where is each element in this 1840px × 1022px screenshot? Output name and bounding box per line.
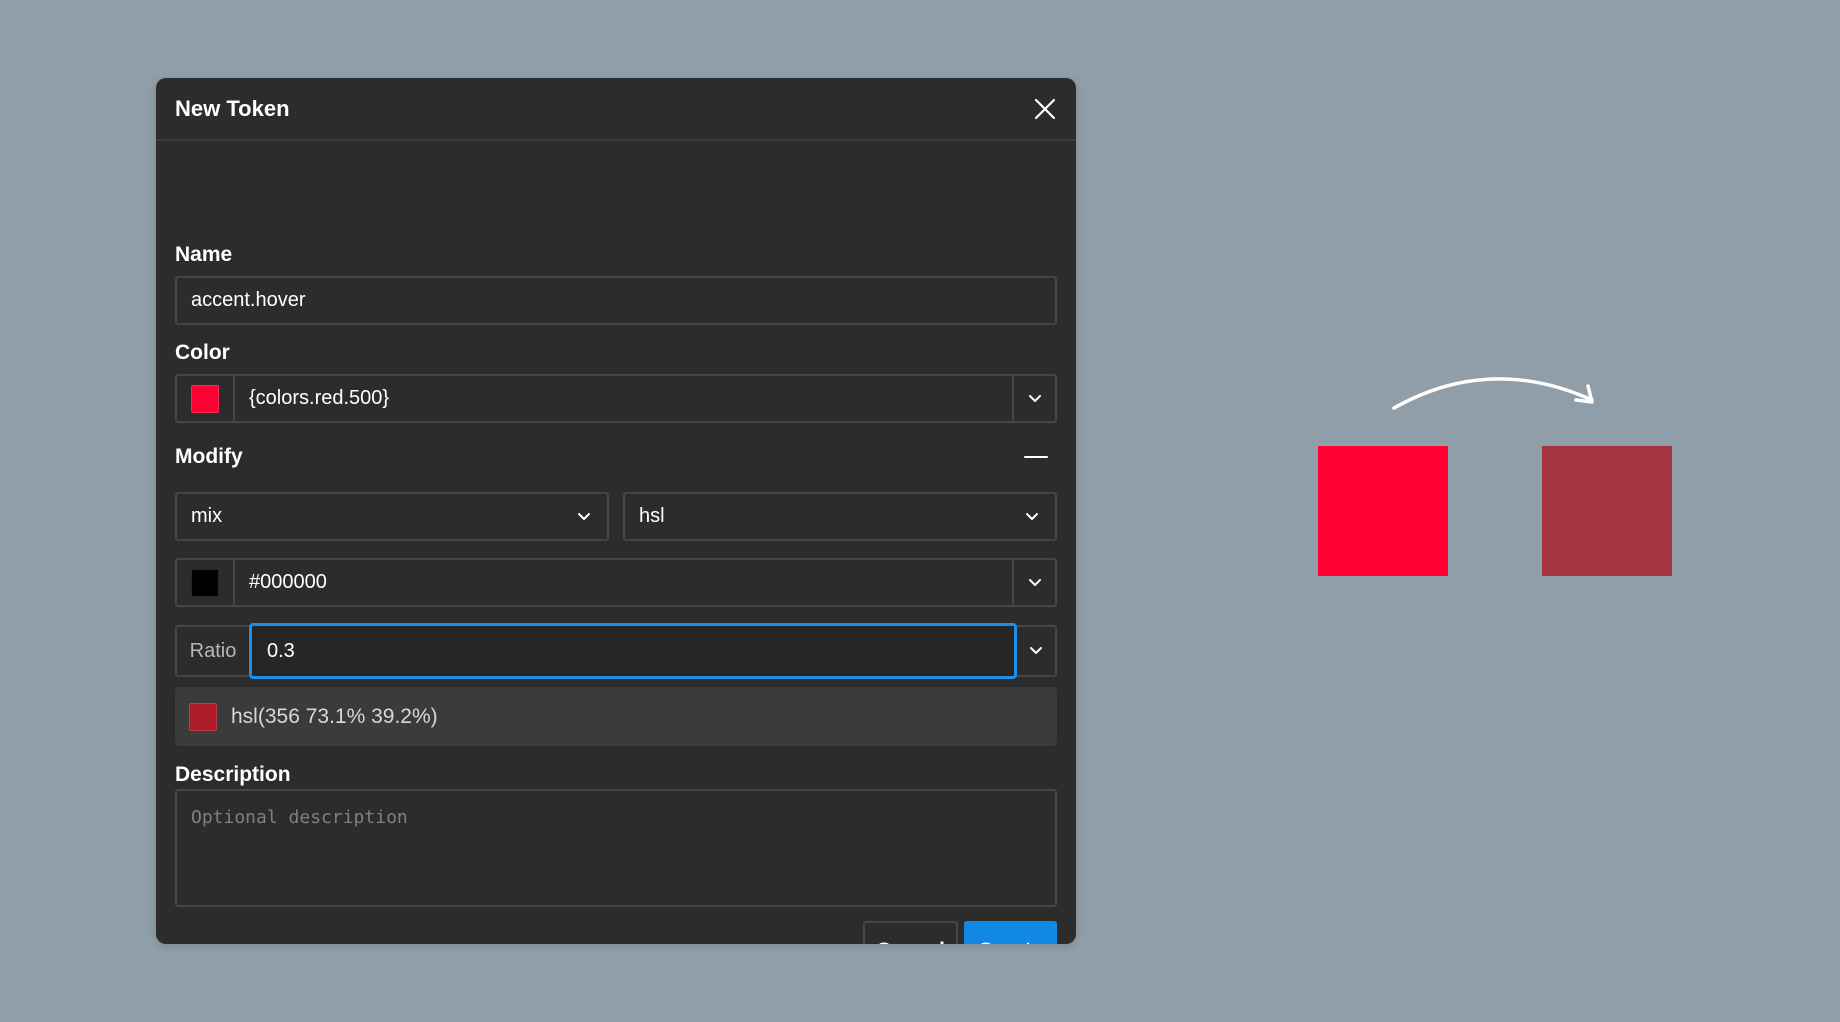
close-icon xyxy=(1034,98,1056,120)
mix-color-value: #000000 xyxy=(249,571,327,593)
modify-type-select[interactable]: mix xyxy=(175,492,609,541)
chevron-down-icon xyxy=(1028,394,1041,402)
cancel-button[interactable]: Cancel xyxy=(863,921,958,944)
color-swatch xyxy=(191,384,219,413)
color-value: {colors.red.500} xyxy=(249,387,390,409)
ratio-dropdown-button[interactable] xyxy=(1017,625,1057,677)
mix-color-swatch-button[interactable] xyxy=(177,560,235,605)
description-field-wrapper xyxy=(175,789,1057,907)
name-label: Name xyxy=(175,243,233,266)
name-input[interactable] xyxy=(177,278,1055,323)
description-label: Description xyxy=(175,763,291,786)
dialog-header: New Token xyxy=(156,78,1076,141)
curved-arrow-icon xyxy=(1392,377,1594,410)
close-button[interactable] xyxy=(1030,94,1060,124)
color-swatch-button[interactable] xyxy=(177,376,235,421)
create-button[interactable]: Create xyxy=(964,921,1057,944)
color-dropdown-button[interactable] xyxy=(1012,376,1055,421)
chevron-down-icon xyxy=(578,512,590,520)
ratio-input-wrapper xyxy=(249,623,1017,679)
color-label: Color xyxy=(175,341,230,364)
computed-result: hsl(356 73.1% 39.2%) xyxy=(175,687,1057,746)
mix-color-swatch xyxy=(191,568,219,597)
result-value: hsl(356 73.1% 39.2%) xyxy=(231,704,438,728)
modify-label: Modify xyxy=(175,445,243,468)
result-swatch xyxy=(189,703,217,731)
source-color-preview xyxy=(1318,446,1448,576)
description-textarea[interactable] xyxy=(177,791,1055,905)
dialog-title: New Token xyxy=(175,96,290,121)
color-field[interactable]: {colors.red.500} xyxy=(175,374,1057,423)
ratio-input[interactable] xyxy=(252,626,1014,676)
modify-collapse-button[interactable] xyxy=(1022,447,1050,467)
chevron-down-icon xyxy=(1030,647,1042,654)
modify-type-value: mix xyxy=(191,505,223,527)
chevron-down-icon xyxy=(1028,578,1041,586)
color-space-value: hsl xyxy=(639,505,665,527)
mix-color-dropdown-button[interactable] xyxy=(1012,560,1055,605)
minus-icon xyxy=(1024,456,1048,458)
ratio-label: Ratio xyxy=(175,625,249,677)
new-token-dialog: New Token Name Color {colors.red.500} Mo… xyxy=(156,78,1076,944)
name-field-wrapper xyxy=(175,276,1057,325)
result-color-preview xyxy=(1542,446,1672,576)
color-space-select[interactable]: hsl xyxy=(623,492,1057,541)
mix-color-field[interactable]: #000000 xyxy=(175,558,1057,607)
chevron-down-icon xyxy=(1026,512,1038,520)
ratio-row: Ratio xyxy=(175,623,1057,679)
